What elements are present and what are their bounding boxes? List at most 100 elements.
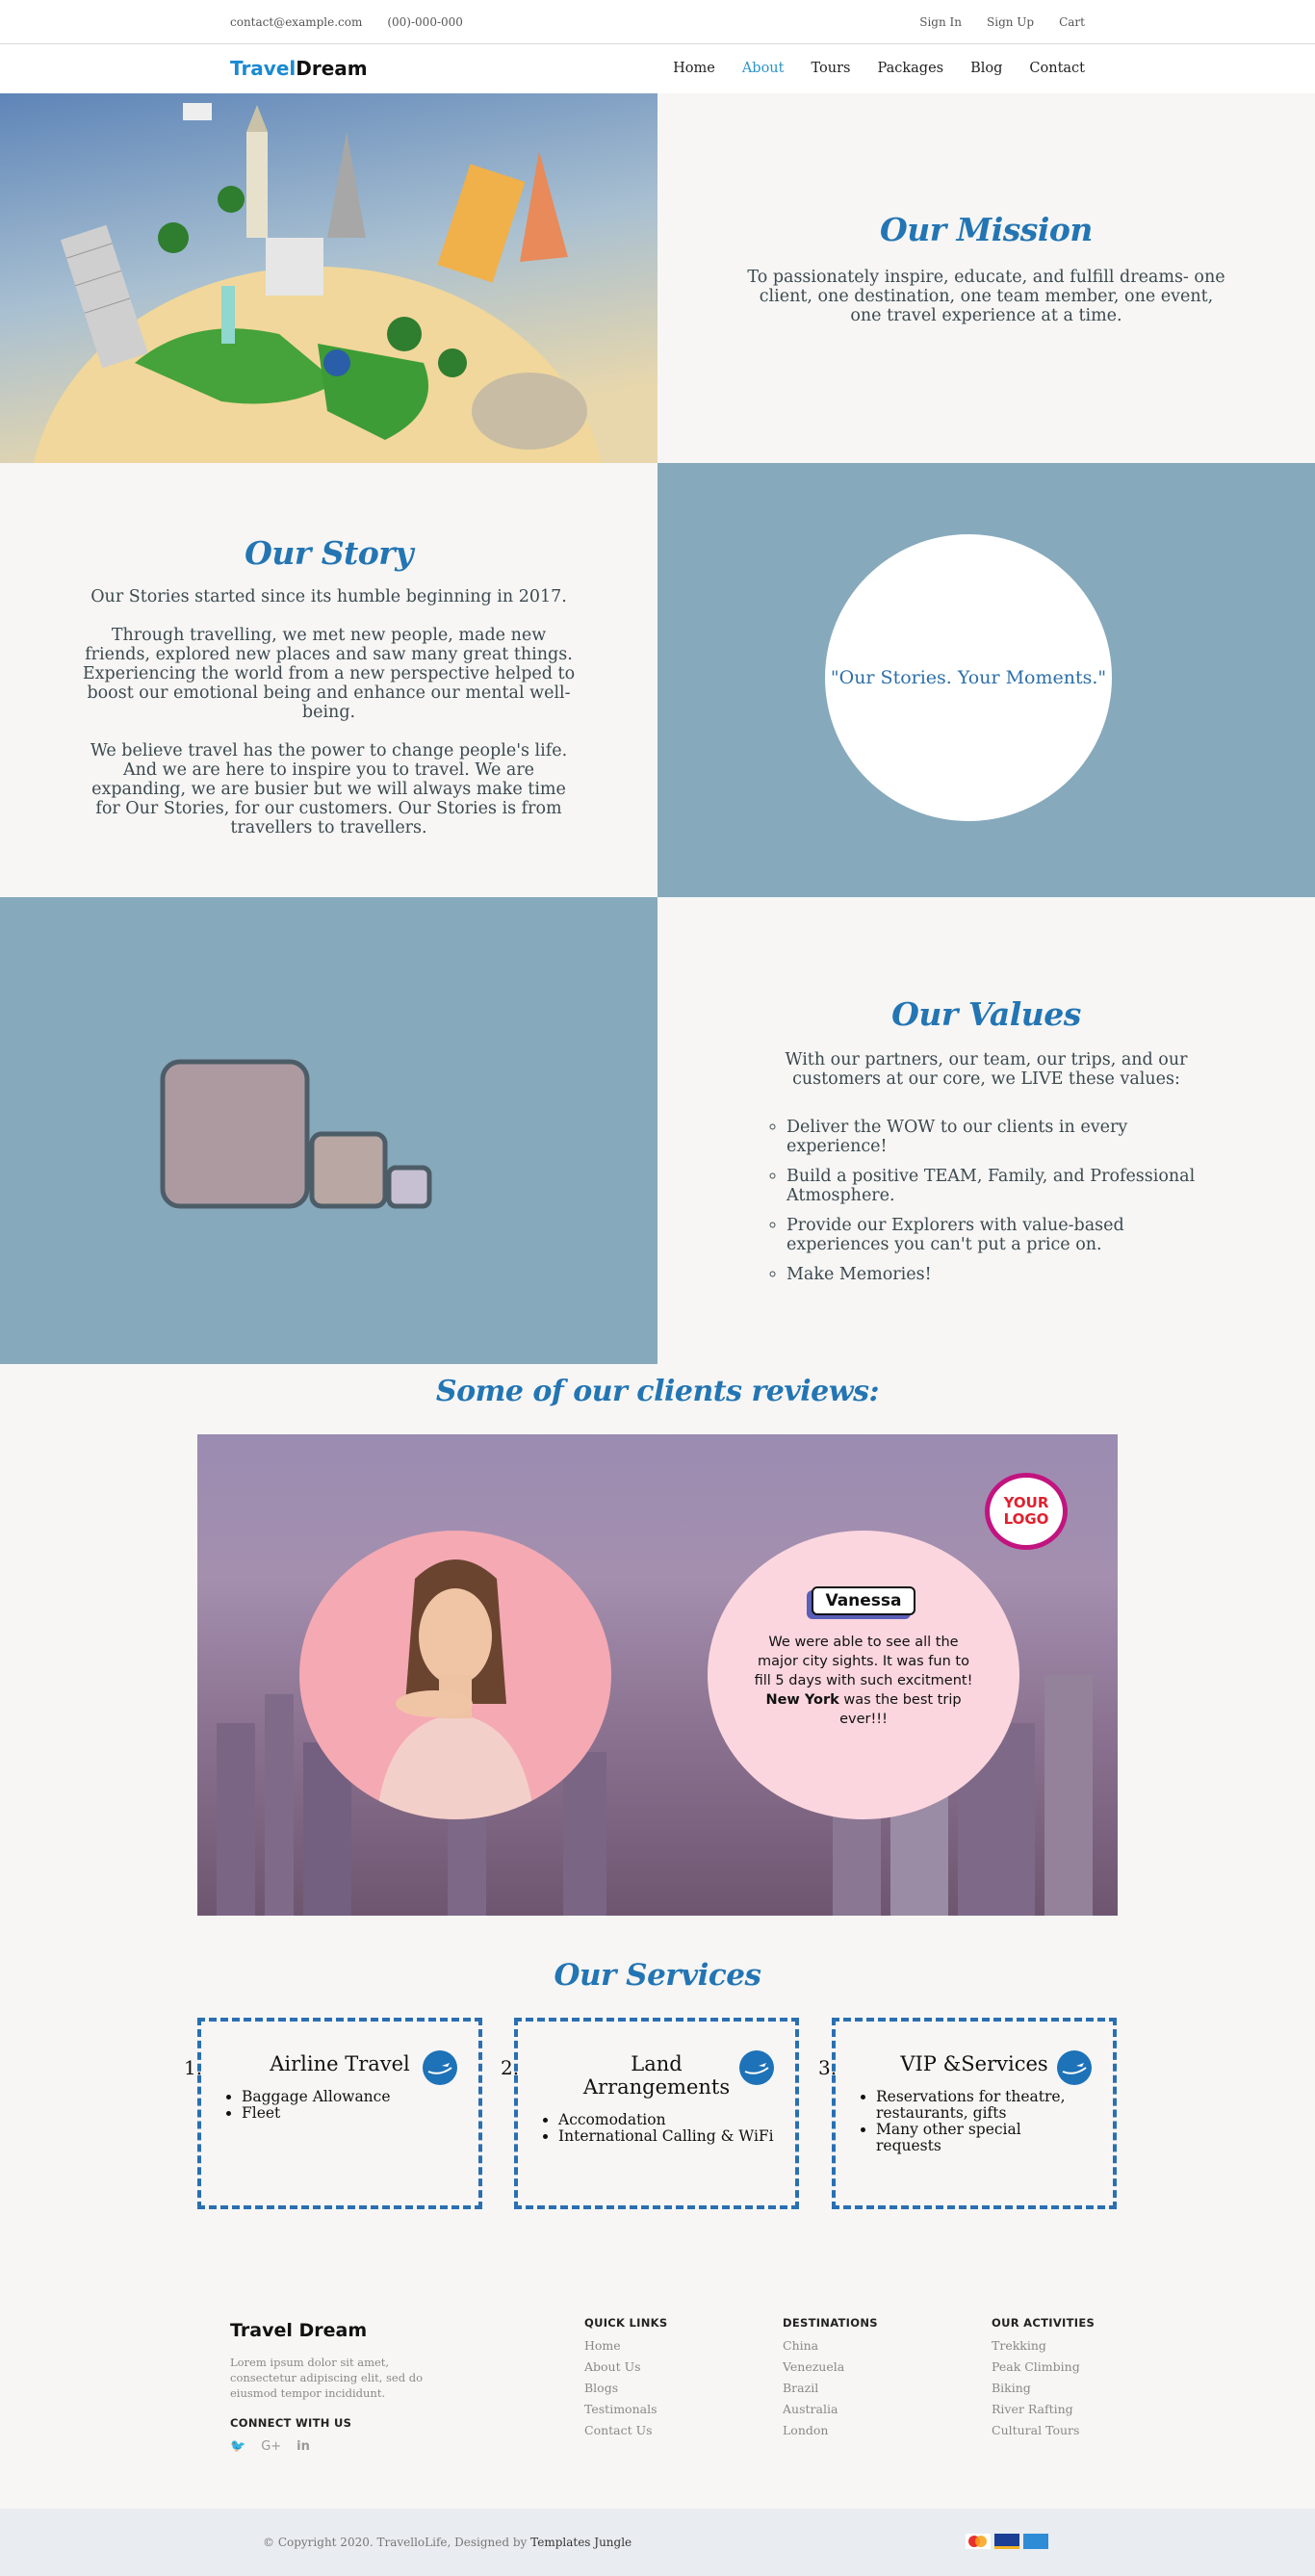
service-number: 1. — [184, 2056, 203, 2079]
service-number: 2. — [501, 2056, 520, 2079]
service-bullets: Reservations for theatre, restaurants, g… — [876, 2089, 1069, 2154]
google-plus-icon[interactable]: G+ — [261, 2439, 281, 2454]
service-bullet: Reservations for theatre, restaurants, g… — [876, 2089, 1069, 2122]
social-icons: 🐦 G+ in — [230, 2439, 310, 2454]
brand-part2: Dream — [296, 57, 368, 80]
brand-part1: Travel — [230, 57, 297, 80]
service-number: 3. — [818, 2056, 838, 2079]
footer-link[interactable]: Venezuela — [783, 2357, 878, 2378]
story-quote-panel: "Our Stories. Your Moments." — [658, 463, 1315, 897]
nav-home[interactable]: Home — [673, 61, 715, 76]
service-bullet: Accomodation — [558, 2112, 795, 2128]
logo-line-2: LOGO — [1003, 1510, 1049, 1528]
values-item: Make Memories! — [786, 1265, 1210, 1284]
values-title: Our Values — [891, 995, 1081, 1033]
connect-heading: CONNECT WITH US — [230, 2416, 352, 2430]
squares-graphic — [160, 1059, 432, 1209]
footer-link[interactable]: Brazil — [783, 2378, 878, 2399]
story-paragraph-2: Through travelling, we met new people, m… — [82, 626, 576, 722]
service-bullet: Many other special requests — [876, 2122, 1069, 2154]
footer-link[interactable]: Home — [584, 2335, 667, 2357]
story-title: Our Story — [245, 534, 413, 572]
review-highlight: New York — [765, 1692, 839, 1708]
cart-link[interactable]: Cart — [1059, 15, 1085, 29]
quick-links-heading: QUICK LINKS — [584, 2316, 668, 2330]
activities-column: OUR ACTIVITIES Trekking Peak Climbing Bi… — [992, 2316, 1095, 2441]
brand-logo[interactable]: TravelDream — [230, 57, 368, 80]
footer-link[interactable]: About Us — [584, 2357, 667, 2378]
mission-title: Our Mission — [880, 211, 1093, 248]
reviewer-name: Vanessa — [812, 1586, 915, 1615]
designer-link[interactable]: Templates Jungle — [530, 2536, 632, 2549]
copyright: © Copyright 2020. TravelloLife, Designed… — [263, 2536, 632, 2549]
contact-email[interactable]: contact@example.com — [230, 15, 362, 29]
reviews-title: Some of our clients reviews: — [435, 1375, 880, 1408]
nav-packages[interactable]: Packages — [877, 61, 943, 76]
footer-bottom-bar: © Copyright 2020. TravelloLife, Designed… — [0, 2509, 1315, 2576]
linkedin-icon[interactable]: in — [297, 2439, 310, 2454]
copyright-text: © Copyright 2020. TravelloLife, Designed… — [263, 2536, 528, 2549]
service-card-vip: 3. VIP &Services Reservations for theatr… — [818, 2018, 1117, 2209]
nav-about[interactable]: About — [742, 61, 785, 76]
quick-links-column: QUICK LINKS Home About Us Blogs Testimon… — [584, 2316, 667, 2441]
quote-circle: "Our Stories. Your Moments." — [825, 534, 1112, 821]
destinations-heading: DESTINATIONS — [783, 2316, 878, 2330]
service-title: Land Arrangements — [582, 2052, 731, 2099]
footer-link[interactable]: Trekking — [992, 2335, 1095, 2357]
service-bullet: Baggage Allowance — [242, 2089, 478, 2105]
review-text-end: was the best trip ever!!! — [839, 1692, 962, 1727]
values-list: Deliver the WOW to our clients in every … — [786, 1118, 1210, 1284]
values-section: Our Values With our partners, our team, … — [658, 897, 1315, 1364]
sign-in-link[interactable]: Sign In — [919, 15, 962, 29]
footer: Travel Dream Lorem ipsum dolor sit amet,… — [0, 2239, 1315, 2509]
logo-line-1: YOUR — [1003, 1494, 1049, 1511]
service-card-airline: 1. Airline Travel Baggage Allowance Flee… — [184, 2018, 482, 2209]
values-item: Build a positive TEAM, Family, and Profe… — [786, 1167, 1210, 1205]
twitter-icon[interactable]: 🐦 — [230, 2439, 245, 2454]
contact-phone[interactable]: (00)-000-000 — [387, 15, 463, 29]
service-bullet: International Calling & WiFi — [558, 2128, 795, 2145]
nav-blog[interactable]: Blog — [970, 61, 1002, 76]
values-intro: With our partners, our team, our trips, … — [785, 1050, 1188, 1089]
story-quote: "Our Stories. Your Moments." — [830, 667, 1107, 688]
service-card-land: 2. Land Arrangements Accomodation Intern… — [501, 2018, 799, 2209]
footer-about: Lorem ipsum dolor sit amet, consectetur … — [230, 2356, 424, 2400]
mission-section: Our Mission To passionately inspire, edu… — [658, 93, 1315, 463]
visa-icon — [994, 2534, 1019, 2549]
footer-link[interactable]: Contact Us — [584, 2420, 667, 2441]
footer-link[interactable]: Cultural Tours — [992, 2420, 1095, 2441]
values-item: Deliver the WOW to our clients in every … — [786, 1118, 1210, 1156]
services-title: Our Services — [554, 1958, 761, 1993]
footer-link[interactable]: Australia — [783, 2399, 878, 2420]
footer-link[interactable]: Biking — [992, 2378, 1095, 2399]
mission-text: To passionately inspire, educate, and fu… — [747, 268, 1225, 325]
nav-contact[interactable]: Contact — [1029, 61, 1085, 76]
main-nav: TravelDream Home About Tours Packages Bl… — [0, 44, 1315, 93]
review-bubble: Vanessa We were able to see all the majo… — [708, 1531, 1019, 1819]
mastercard-icon — [966, 2534, 991, 2549]
story-paragraph-3: We believe travel has the power to chang… — [90, 741, 568, 837]
sign-up-link[interactable]: Sign Up — [987, 15, 1034, 29]
activities-heading: OUR ACTIVITIES — [992, 2316, 1096, 2330]
values-item: Provide our Explorers with value-based e… — [786, 1216, 1210, 1254]
amex-icon — [1023, 2534, 1048, 2549]
nav-tours[interactable]: Tours — [811, 61, 850, 76]
destinations-column: DESTINATIONS China Venezuela Brazil Aust… — [783, 2316, 878, 2441]
footer-link[interactable]: Testimonals — [584, 2399, 667, 2420]
plane-icon — [423, 2050, 457, 2085]
payment-icons — [966, 2534, 1048, 2549]
review-banner: Vanessa We were able to see all the majo… — [197, 1434, 1118, 1916]
footer-link[interactable]: Peak Climbing — [992, 2357, 1095, 2378]
story-paragraph-1: Our Stories started since its humble beg… — [90, 587, 567, 606]
your-logo-badge: YOUR LOGO — [985, 1473, 1068, 1550]
story-section: Our Story Our Stories started since its … — [0, 463, 658, 897]
woman-portrait-graphic — [376, 1559, 534, 1819]
footer-link[interactable]: Blogs — [584, 2378, 667, 2399]
service-bullets: Baggage Allowance Fleet — [242, 2089, 478, 2122]
service-bullets: Accomodation International Calling & WiF… — [558, 2112, 795, 2145]
client-photo — [299, 1531, 611, 1819]
footer-link[interactable]: China — [783, 2335, 878, 2357]
top-bar: contact@example.com (00)-000-000 Sign In… — [0, 0, 1315, 44]
footer-link[interactable]: River Rafting — [992, 2399, 1095, 2420]
footer-link[interactable]: London — [783, 2420, 878, 2441]
